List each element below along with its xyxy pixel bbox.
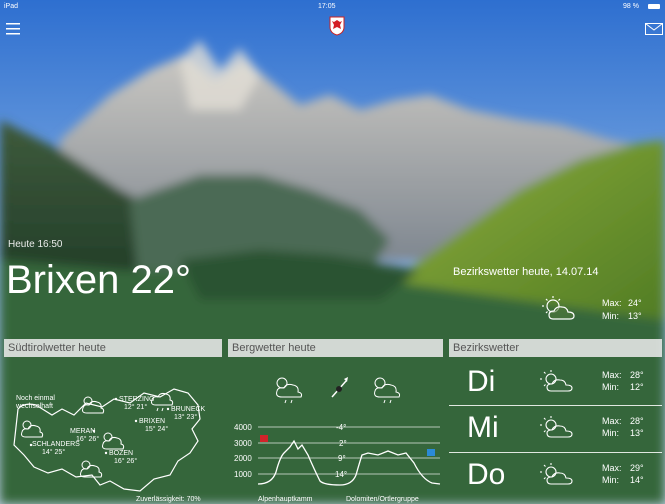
sun-behind-cloud-icon — [540, 370, 573, 392]
forecast-row[interactable]: Mi Max: 28° Min: 13° — [449, 406, 662, 453]
suedtirol-weather-panel[interactable]: Südtirolwetter heute Noch einmal wechsel… — [4, 339, 222, 504]
freezing-level-marker-left — [260, 435, 268, 442]
city-temps: 13° 23° — [174, 413, 197, 421]
app-screen: iPad 17:05 98 % Heute 16:50 Brixen 22° B… — [0, 0, 665, 504]
max-value: 28° — [630, 370, 644, 380]
forecast-row[interactable]: Do Max: 29° Min: 14° — [449, 453, 662, 499]
altitude-temperature: -4° — [336, 423, 346, 432]
min-label: Min: — [602, 382, 620, 392]
forecast-day: Di — [467, 365, 496, 398]
city-temps: 14° 25° — [42, 448, 65, 456]
min-value: 14° — [630, 475, 644, 485]
forecast-day: Do — [467, 458, 506, 491]
device-label: iPad — [4, 3, 19, 10]
max-label: Max: — [602, 298, 622, 308]
forecast-values: Max: 29° Min: 14° — [602, 462, 644, 486]
mountain-profile-chart: 4000 3000 2000 1000 -4° 2° 9° 14° Alpenh… — [234, 377, 441, 503]
reliability-label: Zuverlässigkeit: 70% — [136, 496, 201, 503]
forecast-day: Mi — [467, 411, 499, 444]
cloud-shower-icon — [374, 377, 401, 404]
max-label: Max: — [602, 370, 622, 380]
panel-title: Südtirolwetter heute — [4, 339, 222, 357]
wind-vane-icon — [331, 377, 348, 398]
mountain-weather-panel[interactable]: Bergwetter heute 4000 3000 2000 1000 -4°… — [228, 339, 443, 504]
freezing-level-marker-right — [427, 449, 435, 456]
city-name: BOZEN — [109, 450, 133, 457]
panel-title: Bergwetter heute — [228, 339, 443, 357]
altitude-label: 2000 — [234, 454, 252, 463]
menu-button[interactable] — [6, 20, 20, 36]
sun-cloud-shower-icon — [276, 377, 303, 404]
hamburger-menu-icon — [6, 23, 20, 35]
city-temps: 12° 21° — [124, 403, 147, 411]
city-temps: 16° 26° — [114, 457, 137, 465]
min-value: 12° — [630, 382, 644, 392]
max-value: 24° — [628, 298, 642, 308]
altitude-label: 4000 — [234, 423, 252, 432]
sun-behind-cloud-icon — [540, 463, 573, 485]
max-label: Max: — [602, 463, 622, 473]
min-label: Min: — [602, 311, 620, 321]
sun-cloud-icon — [21, 420, 44, 438]
south-tyrol-map: Noch einmal wechselhaft STERZING 12° 21°… — [13, 388, 206, 503]
district-weather-panel[interactable]: Bezirkswetter Di Max: 28° Min: 12° Mi Max:… — [449, 339, 662, 504]
altitude-temperature: 14° — [335, 470, 347, 479]
forecast-values: Max: 28° Min: 12° — [602, 369, 644, 393]
min-label: Min: — [602, 428, 620, 438]
clock: 17:05 — [318, 3, 336, 10]
battery-label: 98 % — [623, 3, 639, 10]
envelope-icon — [645, 23, 663, 35]
city-name: MERAN — [70, 428, 95, 435]
city-name: BRUNECK — [171, 406, 206, 413]
altitude-temperature: 2° — [339, 439, 347, 448]
forecast-row[interactable]: Di Max: 28° Min: 12° — [449, 361, 662, 406]
sun-behind-cloud-icon — [542, 296, 575, 320]
forecast-values: Max: 28° Min: 13° — [602, 415, 644, 439]
status-bar: iPad 17:05 98 % — [0, 0, 665, 13]
city-name: SCHLANDERS — [32, 441, 80, 448]
altitude-label: 1000 — [234, 470, 252, 479]
max-value: 29° — [630, 463, 644, 473]
altitude-temperature: 9° — [338, 454, 346, 463]
max-label: Max: — [602, 416, 622, 426]
city-name: BRIXEN — [139, 418, 165, 425]
south-tyrol-eagle-shield-icon — [329, 16, 345, 36]
profile-label-right: Dolomiten/Ortlergruppe — [346, 496, 419, 503]
map-note-line2: wechselhaft — [15, 403, 53, 410]
sun-behind-cloud-icon — [540, 416, 573, 438]
update-time: Heute 16:50 — [8, 239, 63, 250]
battery-icon — [648, 4, 660, 9]
min-value: 13° — [628, 311, 642, 321]
sun-cloud-icon — [102, 432, 125, 450]
app-logo — [329, 16, 345, 41]
district-today-title: Bezirkswetter heute, 14.07.14 — [453, 266, 599, 278]
city-temperature: Brixen 22° — [6, 258, 191, 302]
mail-button[interactable] — [645, 22, 663, 40]
map-note-line1: Noch einmal — [16, 395, 55, 402]
min-value: 13° — [630, 428, 644, 438]
panel-title: Bezirkswetter — [449, 339, 662, 357]
profile-label-left: Alpenhauptkamm — [258, 496, 313, 503]
altitude-label: 3000 — [234, 439, 252, 448]
city-temps: 15° 24° — [145, 425, 168, 433]
min-label: Min: — [602, 475, 620, 485]
city-name: STERZING — [119, 396, 154, 403]
district-today-values: Max: 24° Min: 13° — [602, 297, 642, 323]
max-value: 28° — [630, 416, 644, 426]
